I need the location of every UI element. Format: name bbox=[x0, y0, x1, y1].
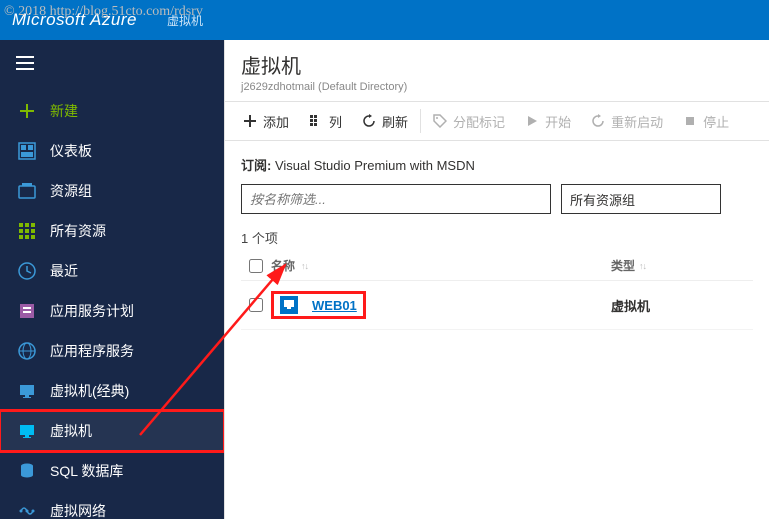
sidebar-item-label: 最近 bbox=[50, 261, 78, 281]
row-type: 虚拟机 bbox=[611, 296, 711, 315]
sidebar-item-recent[interactable]: 最近 bbox=[0, 251, 224, 291]
blade-subtitle: j2629zdhotmail (Default Directory) bbox=[241, 81, 753, 93]
button-label: 重新启动 bbox=[611, 112, 663, 131]
stop-button: 停止 bbox=[673, 102, 739, 140]
sidebar-item-dashboard[interactable]: 仪表板 bbox=[0, 131, 224, 171]
sort-icon: ↑↓ bbox=[301, 261, 308, 271]
vm-classic-icon bbox=[18, 382, 36, 400]
add-button[interactable]: 添加 bbox=[233, 102, 299, 140]
grid-icon bbox=[18, 222, 36, 240]
plus-icon bbox=[243, 114, 257, 128]
subscription-value: Visual Studio Premium with MSDN bbox=[275, 158, 475, 173]
tag-icon bbox=[433, 114, 447, 128]
sidebar-item-label: 应用程序服务 bbox=[50, 341, 134, 361]
sidebar-item-app-service-plans[interactable]: 应用服务计划 bbox=[0, 291, 224, 331]
clock-icon bbox=[18, 262, 36, 280]
refresh-button[interactable]: 刷新 bbox=[352, 102, 418, 140]
col-header-name[interactable]: 名称 ↑↓ bbox=[271, 257, 611, 274]
sidebar-item-label: 仪表板 bbox=[50, 141, 92, 161]
vm-icon bbox=[280, 296, 298, 314]
toolbar-separator bbox=[420, 109, 421, 133]
main-blade: 虚拟机 j2629zdhotmail (Default Directory) 添… bbox=[224, 40, 769, 519]
subscription-label: 订阅: bbox=[241, 158, 271, 173]
globe-icon bbox=[18, 342, 36, 360]
sidebar-item-label: 所有资源 bbox=[50, 221, 106, 241]
sidebar-item-label: 新建 bbox=[50, 101, 78, 121]
refresh-icon bbox=[362, 114, 376, 128]
sidebar-item-classic-vm[interactable]: 虚拟机(经典) bbox=[0, 371, 224, 411]
button-label: 列 bbox=[329, 112, 342, 131]
sidebar-item-label: 虚拟机(经典) bbox=[50, 381, 129, 401]
sidebar-item-label: 应用服务计划 bbox=[50, 301, 134, 321]
subscription-line: 订阅: Visual Studio Premium with MSDN bbox=[241, 155, 753, 174]
columns-icon bbox=[309, 114, 323, 128]
sidebar-item-all-resources[interactable]: 所有资源 bbox=[0, 211, 224, 251]
resource-group-icon bbox=[18, 182, 36, 200]
sidebar-item-label: 虚拟网络 bbox=[50, 501, 106, 521]
grid-header: 名称 ↑↓ 类型 ↑↓ bbox=[241, 257, 753, 281]
plan-icon bbox=[18, 302, 36, 320]
sidebar-item-label: 虚拟机 bbox=[50, 421, 92, 441]
button-label: 刷新 bbox=[382, 112, 408, 131]
dashboard-icon bbox=[18, 142, 36, 160]
button-label: 开始 bbox=[545, 112, 571, 131]
vnet-icon bbox=[18, 502, 36, 520]
top-bar: Microsoft Azure 虚拟机 bbox=[0, 0, 769, 40]
columns-button[interactable]: 列 bbox=[299, 102, 352, 140]
sql-icon bbox=[18, 462, 36, 480]
button-label: 分配标记 bbox=[453, 112, 505, 131]
stop-icon bbox=[683, 114, 697, 128]
sidebar-item-sql-db[interactable]: SQL 数据库 bbox=[0, 451, 224, 491]
restart-icon bbox=[591, 114, 605, 128]
row-highlight-box: WEB01 bbox=[271, 291, 366, 319]
sidebar: 新建 仪表板 资源组 所有资源 最近 应用服务计划 应用程序服务 虚拟机(经 bbox=[0, 40, 224, 519]
select-all-checkbox[interactable] bbox=[249, 259, 263, 273]
column-label: 类型 bbox=[611, 257, 635, 274]
brand-label: Microsoft Azure bbox=[12, 10, 137, 30]
table-row[interactable]: WEB01 虚拟机 bbox=[241, 281, 753, 330]
blade-title: 虚拟机 bbox=[241, 50, 753, 79]
breadcrumb[interactable]: 虚拟机 bbox=[167, 12, 203, 29]
sidebar-item-label: 资源组 bbox=[50, 181, 92, 201]
name-filter-input[interactable] bbox=[241, 184, 551, 214]
sidebar-item-resource-groups[interactable]: 资源组 bbox=[0, 171, 224, 211]
item-count: 1 个项 bbox=[241, 228, 753, 247]
resource-group-select[interactable]: 所有资源组 bbox=[561, 184, 721, 214]
restart-button: 重新启动 bbox=[581, 102, 673, 140]
select-value: 所有资源组 bbox=[570, 190, 635, 209]
sidebar-item-vm[interactable]: 虚拟机 bbox=[0, 411, 224, 451]
hamburger-button[interactable] bbox=[0, 48, 224, 91]
new-button[interactable]: 新建 bbox=[0, 91, 224, 131]
vm-name-link[interactable]: WEB01 bbox=[312, 298, 357, 313]
row-checkbox[interactable] bbox=[249, 298, 263, 312]
button-label: 停止 bbox=[703, 112, 729, 131]
col-header-type[interactable]: 类型 ↑↓ bbox=[611, 257, 711, 274]
sidebar-item-app-services[interactable]: 应用程序服务 bbox=[0, 331, 224, 371]
play-icon bbox=[525, 114, 539, 128]
toolbar: 添加 列 刷新 分配标记 开始 重新启动 bbox=[225, 101, 769, 141]
sidebar-item-vnet[interactable]: 虚拟网络 bbox=[0, 491, 224, 531]
button-label: 添加 bbox=[263, 112, 289, 131]
vm-icon bbox=[18, 422, 36, 440]
sort-icon: ↑↓ bbox=[639, 261, 646, 271]
start-button: 开始 bbox=[515, 102, 581, 140]
plus-icon bbox=[18, 102, 36, 120]
tag-button: 分配标记 bbox=[423, 102, 515, 140]
sidebar-item-label: SQL 数据库 bbox=[50, 461, 123, 481]
column-label: 名称 bbox=[271, 257, 295, 274]
